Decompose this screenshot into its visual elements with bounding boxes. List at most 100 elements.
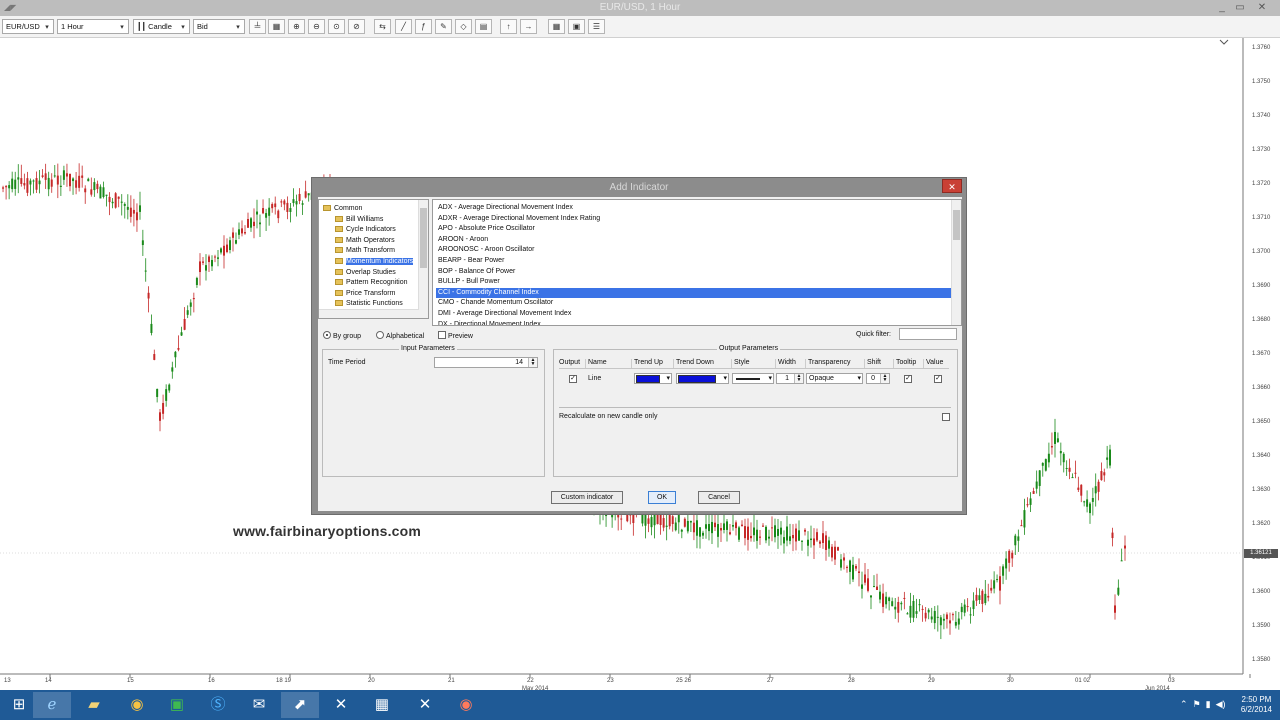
indicator-list[interactable]: ADX - Average Directional Movement Index…	[432, 199, 962, 326]
output-parameters-legend: Output Parameters	[717, 345, 781, 352]
buy-button[interactable]: ↑	[500, 19, 517, 34]
indicator-list-item[interactable]: APO - Absolute Price Oscillator	[436, 224, 951, 235]
skype-icon[interactable]: Ⓢ	[199, 692, 237, 718]
trend-up-color-picker[interactable]: ▾	[634, 373, 672, 384]
tree-item[interactable]: Math Transform	[323, 246, 428, 257]
chrome-app-icon[interactable]: ◉	[447, 692, 485, 718]
internet-explorer-icon[interactable]: ℯ	[33, 692, 71, 718]
indicator-list-item[interactable]: DMI - Average Directional Movement Index	[436, 309, 951, 320]
ok-button[interactable]: OK	[648, 491, 676, 504]
minimize-button[interactable]: _	[1212, 1, 1232, 14]
alphabetical-option[interactable]: Alphabetical	[376, 331, 424, 340]
cancel-button[interactable]: Cancel	[698, 491, 740, 504]
price-side-value: Bid	[197, 22, 208, 31]
indicator-list-item[interactable]: BEARP - Bear Power	[436, 256, 951, 267]
close-window-button[interactable]: ✕	[1252, 1, 1272, 14]
chevron-up-icon: ⌃	[1180, 699, 1188, 709]
tree-item[interactable]: Momentum Indicators	[323, 257, 428, 268]
zoom-fit-button[interactable]: ⊙	[328, 19, 345, 34]
indicator-group-tree[interactable]: Common Bill Williams Cycle Indicators Math …	[318, 199, 429, 319]
value-checkbox[interactable]: ✓	[934, 375, 942, 383]
trend-down-color-picker[interactable]: ▾	[676, 373, 729, 384]
template-button[interactable]: ▦	[268, 19, 285, 34]
indicator-list-scrollbar[interactable]	[951, 200, 961, 325]
quick-filter-input[interactable]	[899, 328, 957, 340]
transparency-select[interactable]: Opaque ▾	[806, 373, 863, 384]
line-style-select[interactable]: ▾	[732, 373, 774, 384]
shift-input[interactable]: 0 ▲ ▼	[866, 373, 890, 384]
calculator-button[interactable]: ▤	[475, 19, 492, 34]
indicators-button[interactable]: ╧	[249, 19, 266, 34]
folder-icon	[335, 236, 343, 243]
indicator-list-item[interactable]: AROONOSC - Aroon Oscillator	[436, 245, 951, 256]
indicator-list-item[interactable]: BULLP - Bull Power	[436, 277, 951, 288]
indicator-list-item[interactable]: DX - Directional Movement Index	[436, 320, 951, 325]
shapes-button[interactable]: ◇	[455, 19, 472, 34]
indicator-list-item[interactable]: CCI - Commodity Channel Index	[436, 287, 951, 299]
price-side-select[interactable]: Bid ▾	[193, 19, 245, 34]
by-group-option[interactable]: By group	[323, 331, 361, 340]
calculator-app-icon[interactable]: ▦	[363, 692, 401, 718]
layout-button[interactable]: ▣	[568, 19, 585, 34]
tree-item[interactable]: Pattern Recognition	[323, 278, 428, 289]
tree-item[interactable]: Bill Williams	[323, 215, 428, 226]
magnifier-plus-icon: ⊕	[293, 22, 300, 31]
layout-icon: ▣	[572, 22, 581, 31]
network-icon: ▮	[1205, 699, 1211, 709]
shift-chart-button[interactable]: ⇆	[374, 19, 391, 34]
tree-item-label: Math Transform	[346, 247, 396, 255]
period-select[interactable]: 1 Hour ▾	[57, 19, 129, 34]
system-clock[interactable]: 2:50 PM 6/2/2014	[1241, 695, 1272, 715]
instrument-select[interactable]: EUR/USD ▾	[2, 19, 54, 34]
preview-checkbox[interactable]: Preview	[438, 331, 473, 340]
zoom-in-button[interactable]: ⊕	[288, 19, 305, 34]
trading-platform-icon[interactable]: ⬈	[281, 692, 319, 718]
width-input[interactable]: 1 ▲ ▼	[776, 373, 804, 384]
function-button[interactable]: ƒ	[415, 19, 432, 34]
indicator-list-item[interactable]: AROON - Aroon	[436, 235, 951, 246]
spinner-arrows-icon[interactable]: ▲ ▼	[528, 358, 537, 367]
zoom-out-button[interactable]: ⊖	[308, 19, 325, 34]
tree-item[interactable]: Overlap Studies	[323, 268, 428, 279]
spinner-arrows-icon[interactable]: ▲ ▼	[794, 374, 803, 383]
indicator-list-item[interactable]: ADXR - Average Directional Movement Inde…	[436, 214, 951, 225]
column-separator	[631, 359, 632, 368]
table-button[interactable]: ☰	[588, 19, 605, 34]
zoom-reset-button[interactable]: ⊘	[348, 19, 365, 34]
spinner-arrows-icon[interactable]: ▲ ▼	[880, 374, 889, 383]
tree-item[interactable]: Price Transform	[323, 289, 428, 300]
indicator-list-item[interactable]: CMO - Chande Momentum Oscillator	[436, 298, 951, 309]
tree-root-common[interactable]: Common	[323, 204, 428, 215]
trading-tool-2-icon[interactable]: ✕	[406, 692, 444, 718]
chrome-icon[interactable]: ◉	[118, 692, 156, 718]
arrows-icon: ⇆	[379, 22, 386, 31]
restore-button[interactable]: ▭	[1230, 1, 1250, 14]
grid-button[interactable]: ▦	[548, 19, 565, 34]
trading-tool-icon[interactable]: ✕	[322, 692, 360, 718]
output-column-header: Shift	[867, 359, 882, 366]
folder-icon	[323, 205, 331, 211]
mail-icon[interactable]: ✉	[240, 692, 278, 718]
indicator-list-item[interactable]: BOP - Balance Of Power	[436, 267, 951, 278]
time-tick-label: 15	[127, 678, 134, 684]
system-tray[interactable]: ⌃ ⚑ ▮ ◀)	[1180, 699, 1226, 710]
tooltip-checkbox[interactable]: ✓	[904, 375, 912, 383]
line-tool-button[interactable]: ╱	[395, 19, 412, 34]
tree-item[interactable]: Cycle Indicators	[323, 225, 428, 236]
tree-scrollbar[interactable]	[418, 200, 428, 318]
store-icon[interactable]: ▣	[158, 692, 196, 718]
chart-type-select[interactable]: ┃┃ Candle ▾	[133, 19, 190, 34]
draw-tool-button[interactable]: ✎	[435, 19, 452, 34]
time-period-input[interactable]: 14 ▲ ▼	[434, 357, 538, 368]
output-checkbox[interactable]: ✓	[569, 375, 577, 383]
sell-button[interactable]: →	[520, 19, 537, 34]
tree-item[interactable]: Math Operators	[323, 236, 428, 247]
custom-indicator-button[interactable]: Custom indicator	[551, 491, 623, 504]
tree-hscrollbar[interactable]	[319, 309, 419, 318]
output-column-header: Name	[588, 359, 607, 366]
dialog-close-button[interactable]: ✕	[942, 179, 962, 193]
file-explorer-icon[interactable]: ▰	[75, 692, 113, 718]
recalculate-checkbox[interactable]	[942, 413, 950, 421]
recalculate-label: Recalculate on new candle only	[559, 413, 658, 420]
indicator-list-item[interactable]: ADX - Average Directional Movement Index	[436, 203, 951, 214]
